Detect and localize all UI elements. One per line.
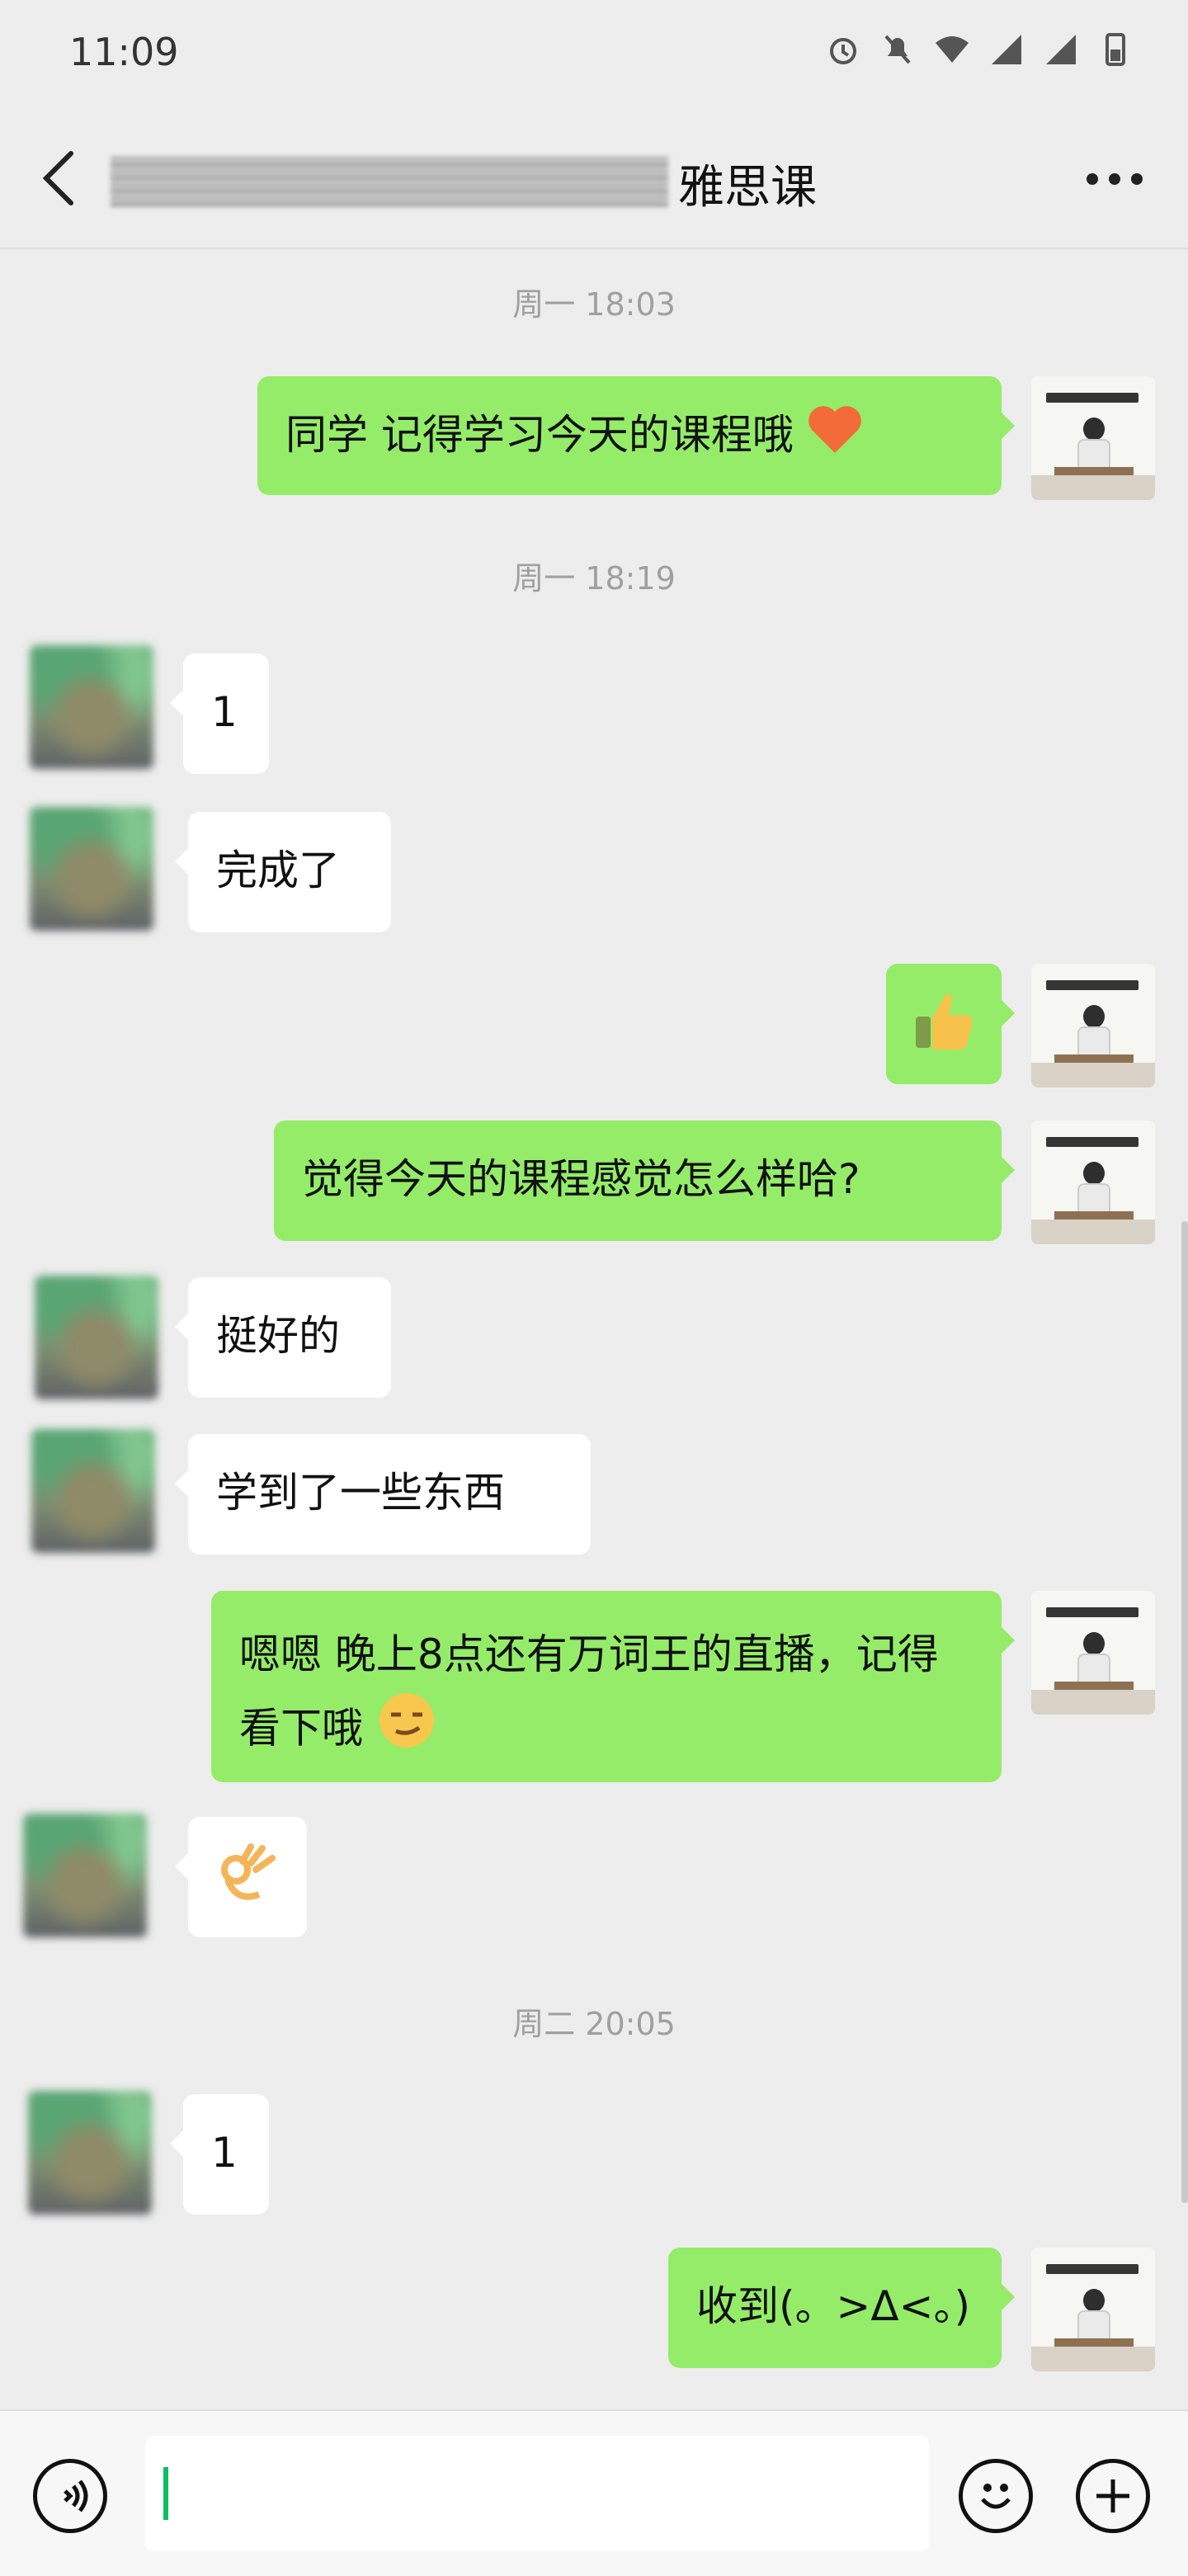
- message-text: 挺好的: [216, 1312, 340, 1360]
- contact-avatar[interactable]: [35, 1276, 158, 1399]
- message-composer: [0, 2409, 1188, 2576]
- signal-icon: [1041, 30, 1081, 69]
- time-stamp: 周一 18:03: [512, 286, 676, 323]
- message-bubble-other[interactable]: 1: [170, 653, 269, 774]
- message-bubble-me[interactable]: [886, 964, 1015, 1084]
- my-avatar[interactable]: [1031, 1591, 1155, 1715]
- message-text: 1: [211, 688, 238, 736]
- message-bubble-me[interactable]: 觉得今天的课程感觉怎么样哈?: [274, 1121, 1015, 1241]
- status-time: 11:09: [69, 30, 179, 74]
- message-bubble-other[interactable]: 学到了一些东西: [175, 1434, 591, 1555]
- message-bubble-other[interactable]: 完成了: [175, 812, 391, 932]
- thumbs-up-emoji-icon: [909, 987, 978, 1074]
- heart-emoji-icon: [807, 403, 863, 473]
- message-bubble-me[interactable]: 嗯嗯 晚上8点还有万词王的直播，记得看下哦: [211, 1591, 1015, 1782]
- chat-header: 雅思课: [0, 109, 1188, 249]
- time-stamp: 周一 18:19: [512, 560, 676, 597]
- my-avatar[interactable]: [1031, 1121, 1155, 1244]
- status-icons: [823, 30, 1135, 69]
- wifi-icon: [932, 30, 972, 69]
- my-avatar[interactable]: [1031, 376, 1155, 500]
- time-stamp: 周二 20:05: [512, 2006, 676, 2042]
- contact-avatar[interactable]: [30, 645, 153, 769]
- back-button[interactable]: [38, 149, 81, 208]
- chevron-left-icon: [42, 151, 73, 205]
- contact-avatar[interactable]: [23, 1814, 147, 1937]
- emoji-button[interactable]: [959, 2459, 1033, 2533]
- my-avatar[interactable]: [1031, 964, 1155, 1087]
- message-bubble-me[interactable]: 收到(。>Δ<。): [668, 2248, 1015, 2368]
- plus-icon: [1096, 2479, 1129, 2512]
- contact-avatar[interactable]: [31, 1429, 155, 1553]
- more-button[interactable]: [1077, 158, 1152, 200]
- smile-icon: [981, 2484, 1011, 2509]
- voice-icon: [64, 2479, 88, 2512]
- smirk-emoji-icon: [376, 1690, 437, 1772]
- signal-icon: [987, 30, 1026, 69]
- message-bubble-me[interactable]: 同学 记得学习今天的课程哦: [257, 376, 1015, 495]
- chat-title: 雅思课: [678, 161, 817, 215]
- status-bar: 11:09: [0, 0, 1188, 109]
- voice-button[interactable]: [33, 2459, 107, 2533]
- chat-scrollbar[interactable]: [1181, 1221, 1188, 2203]
- message-text: 完成了: [216, 847, 340, 894]
- more-dots-icon: [1087, 173, 1143, 185]
- message-text: 1: [211, 2129, 238, 2177]
- blurred-chat-name: [111, 157, 668, 208]
- contact-avatar[interactable]: [30, 807, 153, 931]
- ok-hand-emoji-icon: [211, 1840, 280, 1927]
- more-actions-button[interactable]: [1076, 2459, 1150, 2533]
- message-text: 觉得今天的课程感觉怎么样哈?: [302, 1155, 860, 1203]
- text-cursor: [163, 2467, 168, 2520]
- message-text: 同学 记得学习今天的课程哦: [285, 411, 807, 459]
- my-avatar[interactable]: [1031, 2248, 1155, 2371]
- message-text: 学到了一些东西: [216, 1469, 505, 1517]
- mute-icon: [878, 30, 917, 69]
- message-bubble-other[interactable]: 1: [170, 2094, 269, 2215]
- message-text: 嗯嗯 晚上8点还有万词王的直播，记得看下哦: [239, 1630, 939, 1753]
- contact-avatar[interactable]: [28, 2091, 152, 2215]
- alarm-icon: [823, 30, 863, 69]
- message-input[interactable]: [145, 2436, 929, 2551]
- message-bubble-other[interactable]: [175, 1817, 307, 1937]
- message-bubble-other[interactable]: 挺好的: [175, 1277, 391, 1398]
- battery-icon: [1096, 30, 1135, 69]
- message-text: 收到(。>Δ<。): [696, 2282, 971, 2330]
- chat-area[interactable]: 周一 18:03 同学 记得学习今天的课程哦 周一 18:19 1 完成了 觉得…: [0, 248, 1188, 2409]
